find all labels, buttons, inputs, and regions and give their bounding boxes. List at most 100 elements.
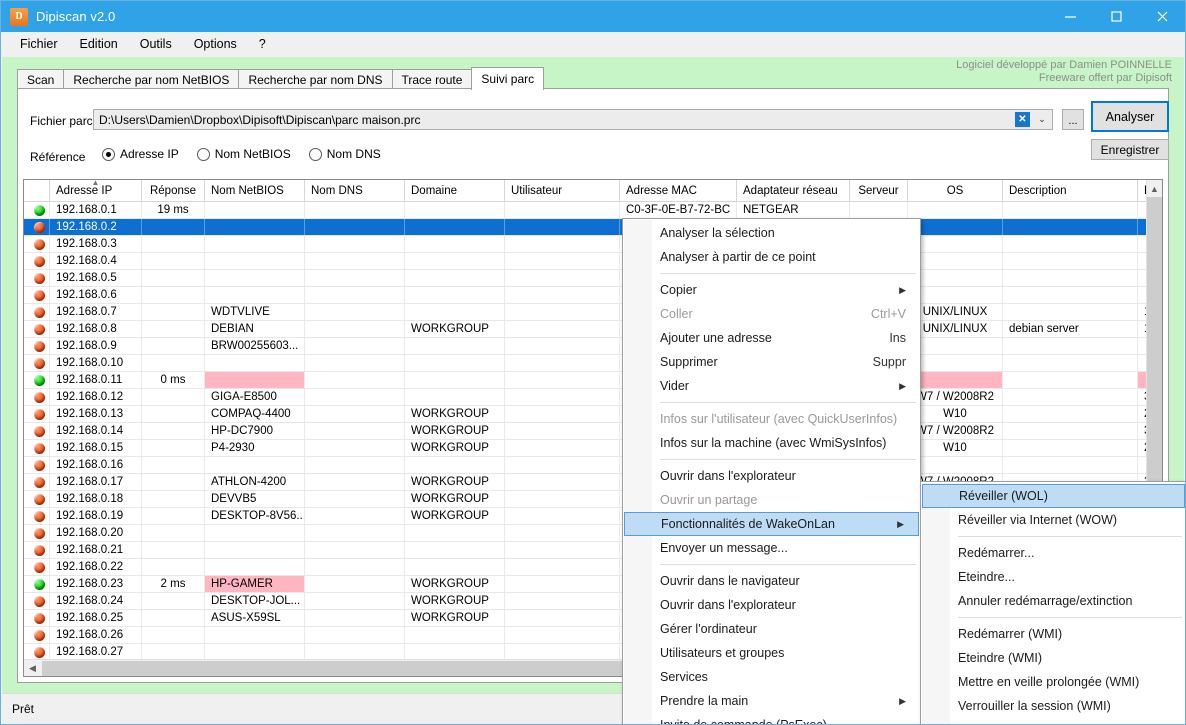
table-row[interactable]: 192.168.0.119 msC0-3F-0E-B7-72-BCNETGEAR (24, 202, 1162, 219)
cell-ip: 192.168.0.22 (50, 559, 142, 575)
grid-column-header[interactable]: Adaptateur réseau (737, 180, 850, 201)
grid-column-header[interactable]: Réponse (142, 180, 205, 201)
menu-item[interactable]: SupprimerSuppr (623, 350, 920, 374)
menu-item[interactable]: Fermer la session (WMI) (921, 718, 1186, 725)
menu-item[interactable]: Services (623, 665, 920, 689)
grid-column-header[interactable]: Adresse MAC (620, 180, 737, 201)
menu-item[interactable]: Réveiller via Internet (WOW) (921, 508, 1186, 532)
table-row[interactable]: 192.168.0.6C (24, 287, 1162, 304)
menu-item[interactable]: Envoyer un message... (623, 536, 920, 560)
table-row[interactable]: 192.168.0.14HP-DC7900WORKGROUPCW7 / W200… (24, 423, 1162, 440)
menu-item[interactable]: Vider▶ (623, 374, 920, 398)
table-row[interactable]: 192.168.0.110 msB (24, 372, 1162, 389)
menu-item: Infos sur l'utilisateur (avec QuickUserI… (623, 407, 920, 431)
grid-column-header[interactable]: Serveur (850, 180, 908, 201)
menu-item[interactable]: Invite de commande (PsExec) (623, 713, 920, 725)
menu-item[interactable]: Redémarrer (WMI) (921, 622, 1186, 646)
cell-mac: C0-3F-0E-B7-72-BC (620, 202, 737, 218)
cell-description (1003, 406, 1138, 422)
table-row[interactable]: 192.168.0.5F (24, 270, 1162, 287)
context-menu[interactable]: Analyser la sélectionAnalyser à partir d… (622, 218, 921, 725)
chevron-down-icon[interactable]: ⌄ (1034, 110, 1050, 129)
cell-reponse (142, 236, 205, 252)
table-row[interactable]: 192.168.0.8DEBIANWORKGROUPCUNIX/LINUXdeb… (24, 321, 1162, 338)
menu-item[interactable]: Ouvrir dans l'explorateur (623, 464, 920, 488)
grid-column-header[interactable]: Utilisateur (505, 180, 620, 201)
menu-item[interactable]: Mettre en veille prolongée (WMI) (921, 670, 1186, 694)
scroll-left-icon[interactable]: ◀ (24, 660, 41, 677)
radio-nom-netbios[interactable]: Nom NetBIOS (197, 147, 291, 161)
tab-scan[interactable]: Scan (17, 69, 64, 89)
menu-item[interactable]: Réveiller (WOL) (922, 484, 1185, 508)
table-row[interactable]: 192.168.0.15P4-2930WORKGROUPCW102 : C (24, 440, 1162, 457)
clear-icon[interactable]: ✕ (1015, 112, 1030, 127)
table-row[interactable]: 192.168.0.7WDTVLIVECUNIX/LINUX1 : 8 (24, 304, 1162, 321)
analyse-button[interactable]: Analyser (1091, 101, 1169, 132)
status-offline-icon (34, 239, 45, 250)
cell-utilisateur (505, 321, 620, 337)
tab-recherche-dns[interactable]: Recherche par nom DNS (238, 69, 392, 89)
menu-item[interactable]: Eteindre (WMI) (921, 646, 1186, 670)
grid-column-header[interactable]: Adresse IP▲ (50, 180, 142, 201)
minimize-icon[interactable] (1047, 1, 1093, 32)
cell-netbios (205, 627, 305, 643)
radio-nom-dns[interactable]: Nom DNS (309, 147, 381, 161)
browse-button[interactable]: ... (1062, 109, 1084, 130)
grid-column-header[interactable]: OS (908, 180, 1003, 201)
menu-item[interactable]: Analyser à partir de ce point (623, 245, 920, 269)
radio-dot-icon (197, 148, 210, 161)
table-row[interactable]: 192.168.0.2B (24, 219, 1162, 236)
vertical-scroll-thumb[interactable] (1147, 197, 1162, 497)
wakeonlan-submenu[interactable]: Réveiller (WOL)Réveiller via Internet (W… (920, 481, 1186, 725)
tab-suivi-parc[interactable]: Suivi parc (471, 67, 544, 90)
menu-item[interactable]: Redémarrer... (921, 541, 1186, 565)
radio-adresse-ip[interactable]: Adresse IP (102, 147, 179, 161)
file-path-combobox[interactable]: D:\Users\Damien\Dropbox\Dipisoft\Dipisca… (93, 109, 1053, 130)
cell-netbios: P4-2930 (205, 440, 305, 456)
table-row[interactable]: 192.168.0.10D (24, 355, 1162, 372)
cell-domaine (405, 236, 505, 252)
submenu-arrow-icon: ▶ (875, 696, 906, 707)
menu-item-help[interactable]: ? (248, 34, 277, 54)
menu-item-label: Ouvrir dans l'explorateur (660, 469, 796, 483)
cell-reponse (142, 542, 205, 558)
cell-netbios: ASUS-X59SL (205, 610, 305, 626)
grid-column-header[interactable]: Nom NetBIOS (205, 180, 305, 201)
submenu-arrow-icon: ▶ (875, 381, 906, 392)
menu-item[interactable]: Gérer l'ordinateur (623, 617, 920, 641)
cell-dns (305, 287, 405, 303)
tab-trace-route[interactable]: Trace route (392, 69, 473, 89)
menu-item-edition[interactable]: Edition (69, 34, 129, 54)
menu-item[interactable]: Ouvrir dans l'explorateur (623, 593, 920, 617)
menu-item[interactable]: Ajouter une adresseIns (623, 326, 920, 350)
menu-item[interactable]: Analyser la sélection (623, 221, 920, 245)
menu-item-outils[interactable]: Outils (129, 34, 183, 54)
menu-item[interactable]: Verrouiller la session (WMI) (921, 694, 1186, 718)
table-row[interactable]: 192.168.0.13COMPAQ-4400WORKGROUPCW102 : … (24, 406, 1162, 423)
grid-column-header[interactable]: Nom DNS (305, 180, 405, 201)
file-path-input[interactable]: D:\Users\Damien\Dropbox\Dipisoft\Dipisca… (94, 113, 1015, 127)
menu-item[interactable]: Ouvrir dans le navigateur (623, 569, 920, 593)
table-row[interactable]: 192.168.0.12GIGA-E85006W7 / W2008R23 : C (24, 389, 1162, 406)
maximize-icon[interactable] (1093, 1, 1139, 32)
tab-recherche-netbios[interactable]: Recherche par nom NetBIOS (63, 69, 239, 89)
menu-item[interactable]: Prendre la main▶ (623, 689, 920, 713)
menu-item[interactable]: Utilisateurs et groupes (623, 641, 920, 665)
grid-column-header[interactable] (24, 180, 50, 201)
table-row[interactable]: 192.168.0.168 (24, 457, 1162, 474)
menu-item[interactable]: Copier▶ (623, 278, 920, 302)
menu-item-fichier[interactable]: Fichier (9, 34, 69, 54)
menu-item-label: Ouvrir un partage (660, 493, 757, 507)
menu-item-options[interactable]: Options (183, 34, 248, 54)
scroll-up-icon[interactable]: ▲ (1147, 180, 1162, 197)
table-row[interactable]: 192.168.0.31 (24, 236, 1162, 253)
menu-item[interactable]: Infos sur la machine (avec WmiSysInfos) (623, 431, 920, 455)
menu-item[interactable]: Fonctionnalités de WakeOnLan▶ (624, 512, 919, 536)
menu-item[interactable]: Annuler redémarrage/extinction (921, 589, 1186, 613)
table-row[interactable]: 192.168.0.4C (24, 253, 1162, 270)
grid-column-header[interactable]: Description (1003, 180, 1138, 201)
grid-column-header[interactable]: Domaine (405, 180, 505, 201)
table-row[interactable]: 192.168.0.9BRW00255603...C (24, 338, 1162, 355)
menu-item[interactable]: Eteindre... (921, 565, 1186, 589)
close-icon[interactable] (1139, 1, 1185, 32)
